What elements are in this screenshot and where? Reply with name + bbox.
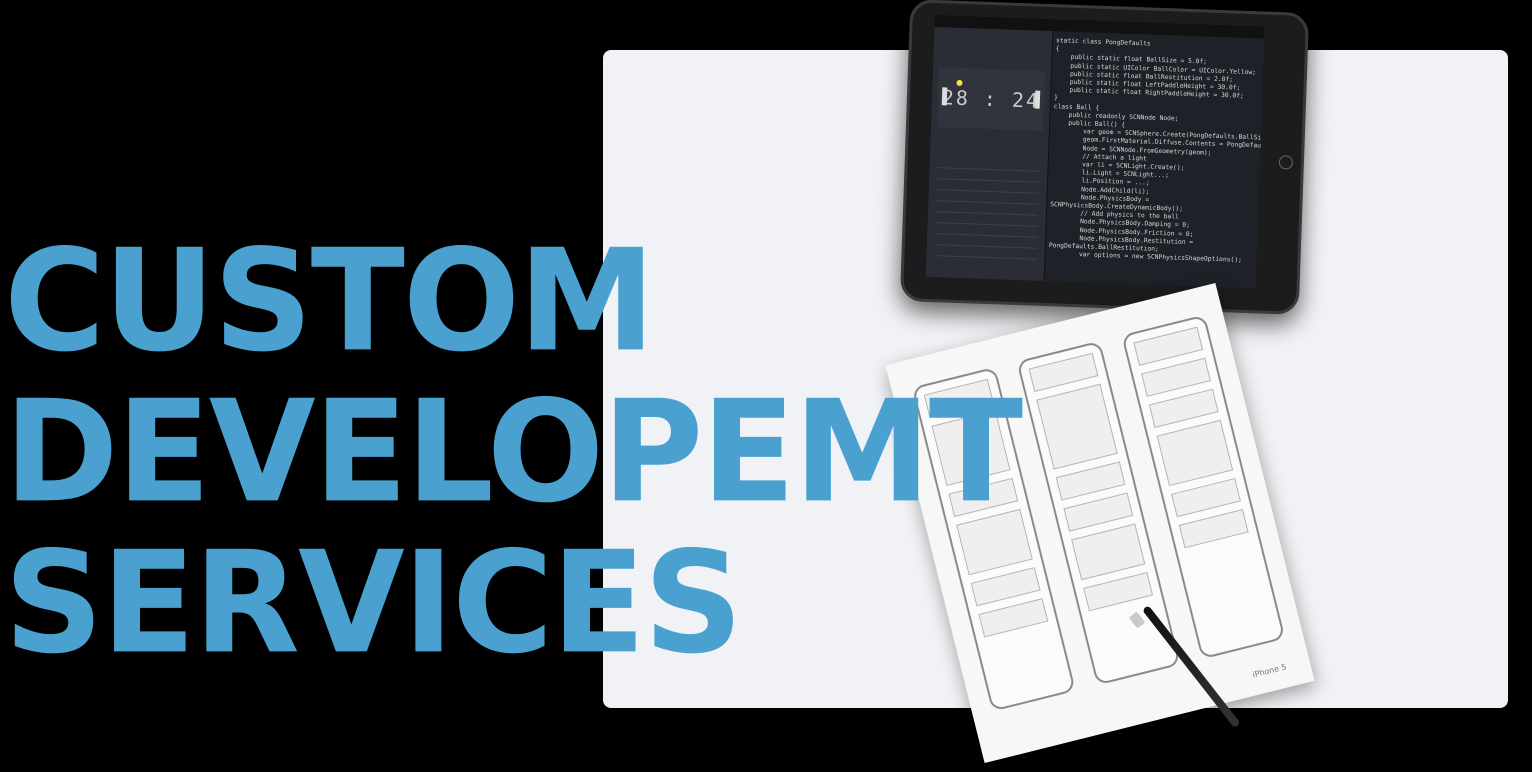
left-paddle	[941, 87, 948, 106]
right-paddle	[1034, 90, 1041, 109]
headline: CUSTOM DEVELOPEMT SERVICES	[4, 218, 1023, 685]
headline-line-2: DEVELOPEMT	[4, 369, 1023, 535]
headline-line-1: CUSTOM	[4, 218, 656, 384]
home-button-icon	[1278, 155, 1294, 170]
paper-label: iPhone 5	[1251, 662, 1288, 680]
headline-line-3: SERVICES	[4, 520, 743, 685]
code-editor: static class PongDefaults{ public static…	[1048, 37, 1265, 284]
pong-game-preview: 28 : 24	[936, 67, 1045, 131]
game-timer: 28 : 24	[941, 85, 1041, 113]
